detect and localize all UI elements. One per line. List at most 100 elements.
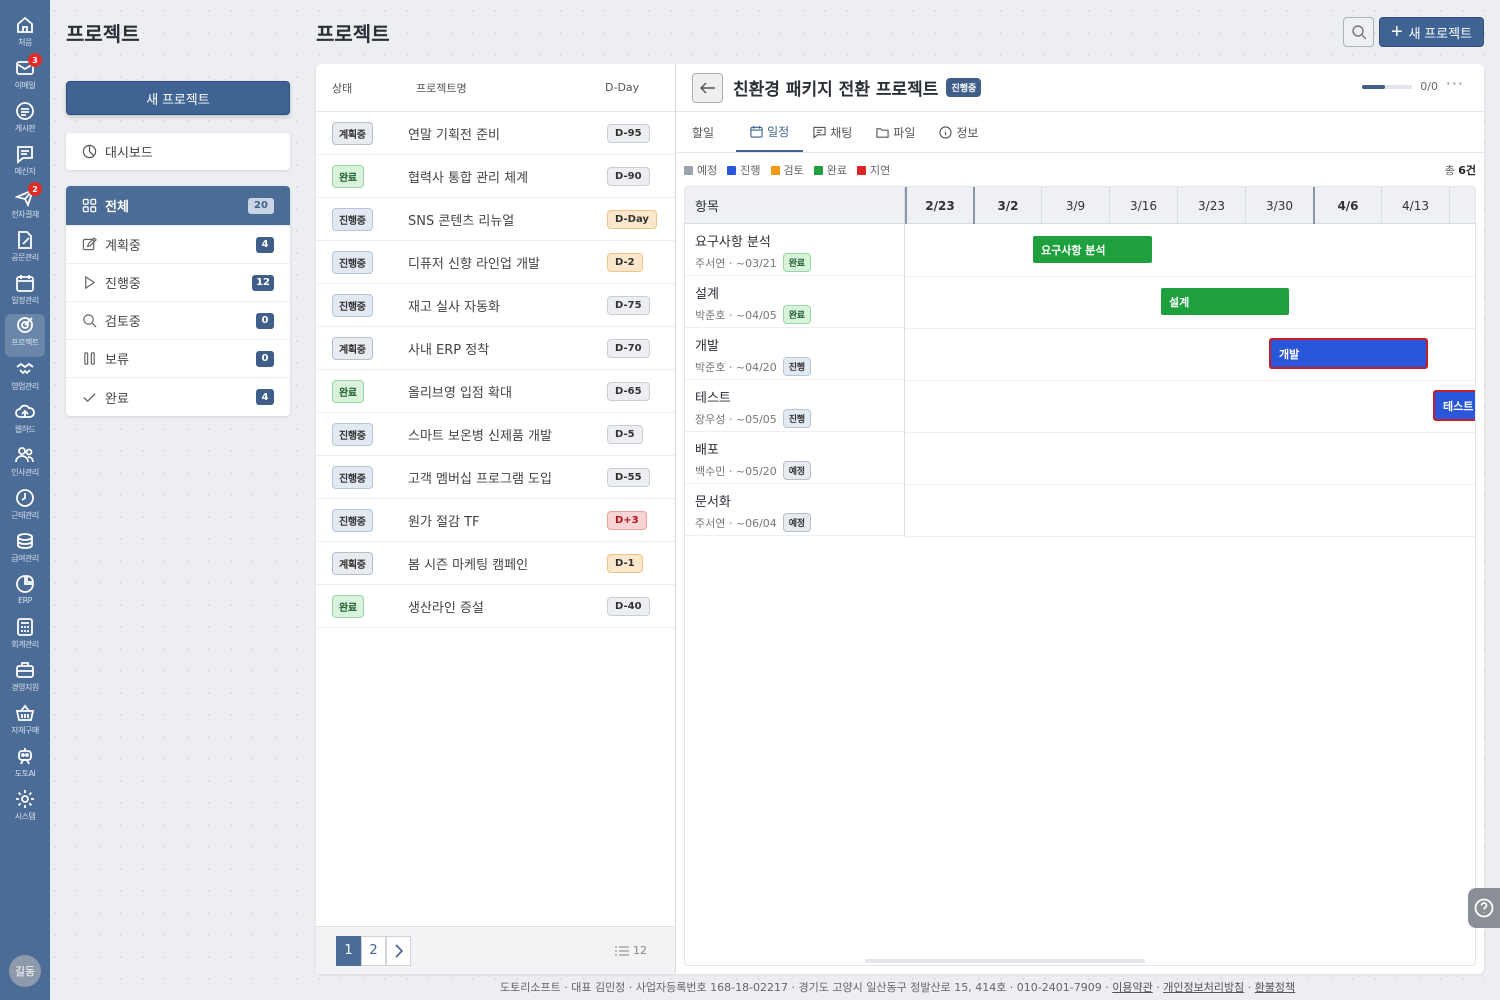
week-label: 4/13 xyxy=(1381,187,1449,224)
sidebar-new-project-button[interactable]: 새 프로젝트 xyxy=(66,81,290,115)
progress-bar xyxy=(1362,85,1412,89)
dday-badge: D-5 xyxy=(607,424,643,444)
project-row[interactable]: 계획중 연말 기획전 준비 D-95 xyxy=(316,112,675,155)
dashboard-link[interactable]: 대시보드 xyxy=(66,133,290,170)
rail-ai[interactable]: 도토AI xyxy=(0,745,50,788)
back-button[interactable] xyxy=(692,72,723,103)
dday-badge: D-65 xyxy=(607,381,650,401)
project-name: 생산라인 증설 xyxy=(408,600,484,616)
rail-sales[interactable]: 영업관리 xyxy=(0,358,50,401)
play-icon xyxy=(85,275,96,290)
rail-management[interactable]: 경영지원 xyxy=(0,659,50,702)
rail-official-docs[interactable]: 공문관리 xyxy=(0,229,50,272)
avatar[interactable]: 길동 xyxy=(9,955,41,987)
project-row[interactable]: 완료 올리브영 입점 확대 D-65 xyxy=(316,370,675,413)
project-detail: 친환경 패키지 전환 프로젝트 진행중 0/0 ··· 할일 일정 채팅 파일 … xyxy=(676,64,1484,974)
rail-erp[interactable]: ERP xyxy=(0,573,50,616)
rail-purchase[interactable]: 자재구매 xyxy=(0,702,50,745)
home-icon xyxy=(17,16,33,33)
terms-link[interactable]: 이용약관 xyxy=(1112,981,1152,994)
page-1[interactable]: 1 xyxy=(336,935,361,966)
tab-files[interactable]: 파일 xyxy=(874,112,929,152)
gantt-task-row[interactable]: 설계 박준호 · ~04/05 완료 xyxy=(685,276,905,328)
status-chip: 진행중 xyxy=(332,508,373,532)
project-name: 스마트 보온병 신제품 개발 xyxy=(408,428,552,444)
project-row[interactable]: 진행중 디퓨저 신향 라인업 개발 D-2 xyxy=(316,241,675,284)
project-row[interactable]: 완료 협력사 통합 관리 체계 D-90 xyxy=(316,155,675,198)
rail-webhard[interactable]: 웹하드 xyxy=(0,401,50,444)
tab-info[interactable]: 정보 xyxy=(937,112,992,152)
help-icon xyxy=(1474,898,1494,918)
week-label: 4 xyxy=(1449,187,1475,224)
gantt-task-row[interactable]: 테스트 장우성 · ~05/05 진행 xyxy=(685,380,905,432)
filter-all[interactable]: 전체 20 xyxy=(66,186,290,226)
gantt-bar[interactable]: 테스트 xyxy=(1433,390,1475,421)
search-button[interactable] xyxy=(1343,17,1374,47)
tab-schedule[interactable]: 일정 xyxy=(736,112,804,152)
legend-item: 진행 xyxy=(727,162,761,178)
rail-messenger[interactable]: 메신저 xyxy=(0,143,50,186)
next-page-button[interactable] xyxy=(386,935,411,966)
tab-chat[interactable]: 채팅 xyxy=(811,112,866,152)
task-name: 설계 xyxy=(695,287,719,302)
more-menu-icon[interactable]: ··· xyxy=(1446,74,1464,93)
pause-icon xyxy=(84,352,95,365)
help-button[interactable] xyxy=(1468,888,1500,928)
row-divider xyxy=(905,276,1475,277)
gantt-bar[interactable]: 설계 xyxy=(1161,288,1289,315)
rail-schedule[interactable]: 일정관리 xyxy=(0,272,50,315)
week-label: 3/9 xyxy=(1041,187,1109,224)
project-name: SNS 콘텐츠 리뉴얼 xyxy=(408,213,515,229)
rail-payroll[interactable]: 급여관리 xyxy=(0,530,50,573)
gantt-task-row[interactable]: 요구사항 분석 주서연 · ~03/21 완료 xyxy=(685,224,905,276)
rail-system[interactable]: 시스템 xyxy=(0,788,50,831)
horizontal-scrollbar[interactable] xyxy=(865,959,1145,963)
privacy-link[interactable]: 개인정보처리방침 xyxy=(1163,981,1244,994)
gantt-task-row[interactable]: 개발 박준호 · ~04/20 진행 xyxy=(685,328,905,380)
project-row[interactable]: 진행중 재고 실사 자동화 D-75 xyxy=(316,284,675,327)
project-row[interactable]: 진행중 SNS 콘텐츠 리뉴얼 D-Day xyxy=(316,198,675,241)
rail-attendance[interactable]: 근태관리 xyxy=(0,487,50,530)
row-divider xyxy=(905,328,1475,329)
rail-project[interactable]: 프로젝트 xyxy=(5,314,45,357)
rail-board[interactable]: 게시판 xyxy=(0,100,50,143)
dday-badge: D-70 xyxy=(607,338,650,358)
new-project-button[interactable]: + 새 프로젝트 xyxy=(1379,17,1484,47)
gantt-task-row[interactable]: 문서화 주서연 · ~06/04 예정 xyxy=(685,484,905,536)
project-row[interactable]: 완료 생산라인 증설 D-40 xyxy=(316,585,675,628)
project-name: 고객 멤버십 프로그램 도입 xyxy=(408,471,552,487)
filter-done[interactable]: 완료 4 xyxy=(66,378,290,416)
project-row[interactable]: 진행중 고객 멤버십 프로그램 도입 D-55 xyxy=(316,456,675,499)
project-name: 재고 실사 자동화 xyxy=(408,299,500,315)
filter-planning[interactable]: 계획중 4 xyxy=(66,226,290,264)
page-2[interactable]: 2 xyxy=(361,935,386,966)
clock-icon xyxy=(16,489,34,507)
rail-email[interactable]: 3 이메일 xyxy=(0,53,50,100)
rail-hr[interactable]: 인사관리 xyxy=(0,444,50,487)
gantt-task-row[interactable]: 배포 백수민 · ~05/20 예정 xyxy=(685,432,905,484)
refund-link[interactable]: 환불정책 xyxy=(1255,981,1295,994)
gear-icon xyxy=(16,790,34,808)
rail-home[interactable]: 처음 xyxy=(0,14,50,57)
project-row[interactable]: 진행중 스마트 보온병 신제품 개발 D-5 xyxy=(316,413,675,456)
footer: 도토리소프트 · 대표 김민정 · 사업자등록번호 168-18-02217 ·… xyxy=(500,981,1296,994)
filter-review[interactable]: 검토중 0 xyxy=(66,302,290,340)
rail-approval[interactable]: 2 전자결재 xyxy=(0,182,50,229)
page-size-control[interactable]: 12 xyxy=(615,944,647,957)
gantt-bar[interactable]: 요구사항 분석 xyxy=(1033,236,1152,263)
board-icon xyxy=(16,102,34,120)
tab-todo[interactable]: 할일 xyxy=(690,112,728,152)
gantt-bar[interactable]: 개발 xyxy=(1269,338,1428,369)
search-icon xyxy=(1351,25,1366,40)
project-row[interactable]: 계획중 봄 시즌 마케팅 캠페인 D-1 xyxy=(316,542,675,585)
filter-on-hold[interactable]: 보류 0 xyxy=(66,340,290,378)
week-label: 4/6 xyxy=(1313,187,1381,224)
task-status-chip: 완료 xyxy=(782,253,811,272)
filter-count: 4 xyxy=(256,236,274,253)
project-row[interactable]: 계획중 사내 ERP 정착 D-70 xyxy=(316,327,675,370)
rail-accounting[interactable]: 회계관리 xyxy=(0,616,50,659)
task-name: 문서화 xyxy=(695,495,731,510)
filter-in-progress[interactable]: 진행중 12 xyxy=(66,264,290,302)
project-row[interactable]: 진행중 원가 절감 TF D+3 xyxy=(316,499,675,542)
legend-item: 예정 xyxy=(684,162,717,178)
